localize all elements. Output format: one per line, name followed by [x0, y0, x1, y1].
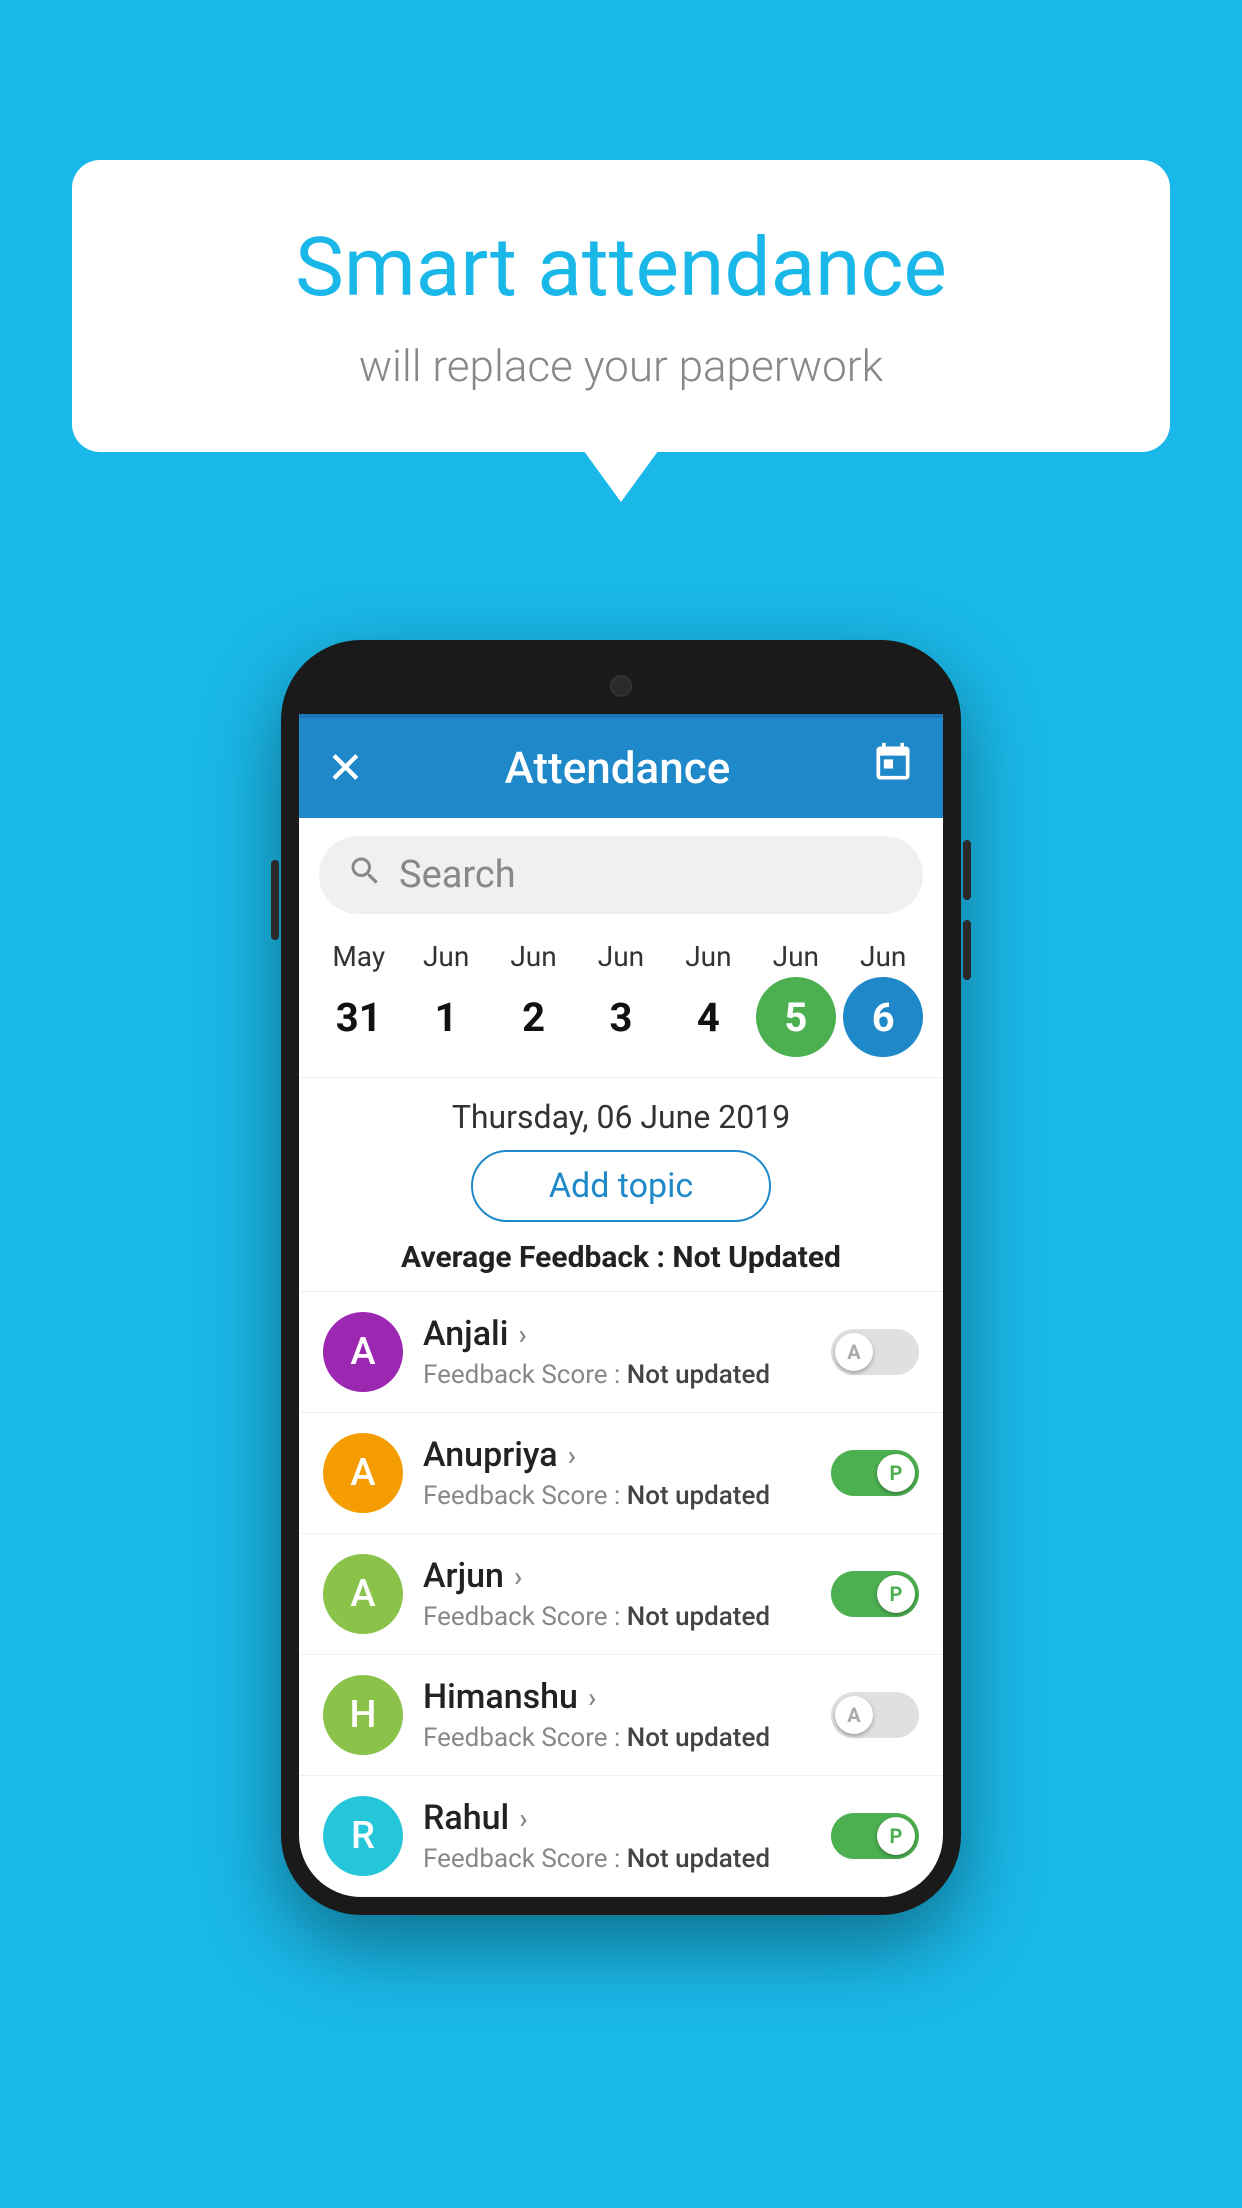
student-name-anjali[interactable]: Anjali ›	[423, 1314, 831, 1354]
student-item-3: H Himanshu › Feedback Score : Not updatedA	[299, 1655, 943, 1776]
app-bar: ✕ Attendance	[299, 718, 943, 818]
cal-month-6: Jun	[843, 940, 923, 973]
close-icon[interactable]: ✕	[327, 742, 364, 794]
toggle-anjali[interactable]: A	[831, 1329, 919, 1375]
chevron-icon: ›	[588, 1681, 596, 1714]
phone-screen: 14:29 ▼ ▲ ▮ ✕ Attendance	[299, 658, 943, 1897]
feedback-value: Not Updated	[672, 1240, 841, 1275]
volume-up-button	[963, 840, 971, 900]
chevron-icon: ›	[514, 1560, 522, 1593]
add-topic-button[interactable]: Add topic	[471, 1150, 771, 1222]
cal-month-1: Jun	[406, 940, 486, 973]
volume-down-button	[963, 920, 971, 980]
chevron-icon: ›	[519, 1802, 527, 1835]
calendar-strip: May Jun Jun Jun Jun Jun Jun 31 1 2 3 4 5…	[299, 932, 943, 1078]
cal-month-3: Jun	[581, 940, 661, 973]
toggle-anupriya[interactable]: P	[831, 1450, 919, 1496]
phone-notch-bar	[299, 658, 943, 714]
student-feedback-rahul: Feedback Score : Not updated	[423, 1844, 831, 1874]
cal-date-6[interactable]: 6	[843, 977, 923, 1057]
selected-date: Thursday, 06 June 2019	[299, 1078, 943, 1150]
student-item-2: A Arjun › Feedback Score : Not updatedP	[299, 1534, 943, 1655]
student-info-anjali[interactable]: Anjali › Feedback Score : Not updated	[423, 1314, 831, 1390]
cal-month-4: Jun	[668, 940, 748, 973]
student-list: AAnjali ›Feedback Score : Not updatedAAA…	[299, 1292, 943, 1897]
student-name-rahul[interactable]: Rahul ›	[423, 1798, 831, 1838]
avatar-arjun: A	[323, 1554, 403, 1634]
cal-date-4[interactable]: 4	[668, 977, 748, 1057]
student-item-4: R Rahul › Feedback Score : Not updatedP	[299, 1776, 943, 1897]
toggle-himanshu[interactable]: A	[831, 1692, 919, 1738]
phone-wrapper: 14:29 ▼ ▲ ▮ ✕ Attendance	[281, 640, 961, 1915]
search-bar[interactable]: Search	[319, 836, 923, 914]
feedback-note: Average Feedback : Not Updated	[299, 1240, 943, 1292]
avatar-himanshu: H	[323, 1675, 403, 1755]
bubble-title: Smart attendance	[152, 220, 1090, 316]
student-feedback-anupriya: Feedback Score : Not updated	[423, 1481, 831, 1511]
search-placeholder: Search	[399, 853, 516, 897]
cal-month-2: Jun	[494, 940, 574, 973]
student-item-1: A Anupriya › Feedback Score : Not updatedP	[299, 1413, 943, 1534]
cal-date-5[interactable]: 5	[756, 977, 836, 1057]
feedback-prefix: Average Feedback :	[401, 1240, 672, 1275]
student-feedback-arjun: Feedback Score : Not updated	[423, 1602, 831, 1632]
student-info-rahul[interactable]: Rahul › Feedback Score : Not updated	[423, 1798, 831, 1874]
chevron-icon: ›	[518, 1318, 526, 1351]
phone-camera	[610, 675, 632, 697]
avatar-anupriya: A	[323, 1433, 403, 1513]
cal-date-31[interactable]: 31	[319, 977, 399, 1057]
student-feedback-himanshu: Feedback Score : Not updated	[423, 1723, 831, 1753]
student-info-arjun[interactable]: Arjun › Feedback Score : Not updated	[423, 1556, 831, 1632]
phone-notch	[561, 667, 681, 705]
calendar-months: May Jun Jun Jun Jun Jun Jun	[299, 940, 943, 973]
toggle-rahul[interactable]: P	[831, 1813, 919, 1859]
avatar-anjali: A	[323, 1312, 403, 1392]
phone-outer: 14:29 ▼ ▲ ▮ ✕ Attendance	[281, 640, 961, 1915]
calendar-icon[interactable]	[871, 741, 915, 796]
student-name-anupriya[interactable]: Anupriya ›	[423, 1435, 831, 1475]
student-name-himanshu[interactable]: Himanshu ›	[423, 1677, 831, 1717]
student-name-arjun[interactable]: Arjun ›	[423, 1556, 831, 1596]
cal-date-2[interactable]: 2	[494, 977, 574, 1057]
cal-date-3[interactable]: 3	[581, 977, 661, 1057]
cal-month-5: Jun	[756, 940, 836, 973]
chevron-icon: ›	[568, 1439, 576, 1472]
student-info-himanshu[interactable]: Himanshu › Feedback Score : Not updated	[423, 1677, 831, 1753]
student-item-0: AAnjali ›Feedback Score : Not updatedA	[299, 1292, 943, 1413]
student-info-anupriya[interactable]: Anupriya › Feedback Score : Not updated	[423, 1435, 831, 1511]
app-title: Attendance	[505, 742, 731, 794]
cal-month-0: May	[319, 940, 399, 973]
speech-bubble-container: Smart attendance will replace your paper…	[72, 160, 1170, 452]
bubble-subtitle: will replace your paperwork	[152, 340, 1090, 392]
cal-date-1[interactable]: 1	[406, 977, 486, 1057]
toggle-arjun[interactable]: P	[831, 1571, 919, 1617]
power-button	[271, 860, 279, 940]
speech-bubble: Smart attendance will replace your paper…	[72, 160, 1170, 452]
student-feedback-anjali: Feedback Score : Not updated	[423, 1360, 831, 1390]
avatar-rahul: R	[323, 1796, 403, 1876]
calendar-dates: 31 1 2 3 4 5 6	[299, 977, 943, 1057]
search-icon	[347, 853, 383, 898]
